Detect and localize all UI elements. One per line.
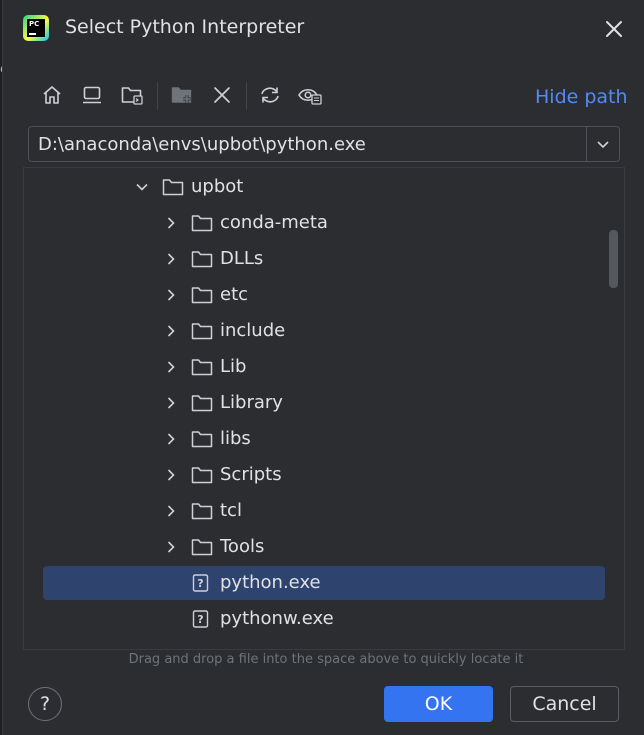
tree-item-label: libs — [220, 428, 251, 449]
tree-item-label: pythonw.exe — [220, 608, 334, 629]
tree-item-label: etc — [220, 284, 249, 305]
folder-icon — [191, 286, 213, 304]
file-chooser-toolbar: Hide path — [3, 78, 643, 116]
new-folder-icon — [171, 87, 192, 103]
cancel-button[interactable]: Cancel — [510, 686, 619, 722]
svg-text:?: ? — [197, 577, 203, 590]
chevron-right-icon[interactable] — [163, 323, 179, 339]
delete-button[interactable] — [209, 82, 235, 108]
tree-folder-row[interactable]: Tools — [24, 529, 624, 565]
tree-file-row[interactable]: ? python.exe — [24, 565, 624, 601]
tree-folder-row[interactable]: include — [24, 313, 624, 349]
chevron-right-icon[interactable] — [163, 287, 179, 303]
folder-icon — [191, 394, 213, 412]
unknown-file-icon: ? — [191, 574, 213, 592]
tree-folder-row[interactable]: upbot — [24, 169, 624, 205]
home-button[interactable] — [39, 82, 65, 108]
show-hidden-icon — [298, 88, 322, 105]
help-button[interactable]: ? — [28, 687, 62, 721]
folder-icon — [191, 250, 213, 268]
folder-icon — [191, 358, 213, 376]
tree-folder-row[interactable]: tcl — [24, 493, 624, 529]
home-icon — [43, 86, 61, 104]
folder-icon — [191, 322, 213, 340]
unknown-file-icon: ? — [191, 610, 213, 628]
path-dropdown-button[interactable] — [587, 127, 619, 161]
tree-file-row[interactable]: ? pythonw.exe — [24, 601, 624, 637]
tree-folder-row[interactable]: libs — [24, 421, 624, 457]
tree-folder-row[interactable]: etc — [24, 277, 624, 313]
tree-item-label: Lib — [220, 356, 247, 377]
tree-item-label: Tools — [220, 536, 265, 557]
tree-item-label: conda-meta — [220, 212, 328, 233]
new-folder-button[interactable] — [169, 82, 195, 108]
tree-item-label: include — [220, 320, 286, 341]
tree-item-label: DLLs — [220, 248, 264, 269]
tree-folder-row[interactable]: conda-meta — [24, 205, 624, 241]
tree-item-label: upbot — [191, 176, 244, 197]
tree-item-label: Library — [220, 392, 283, 413]
desktop-button[interactable] — [79, 82, 105, 108]
path-input[interactable] — [29, 127, 585, 161]
tree-folder-row[interactable]: DLLs — [24, 241, 624, 277]
pycharm-logo-icon: PC — [23, 15, 49, 41]
tree-folder-row[interactable]: Scripts — [24, 457, 624, 493]
file-tree[interactable]: upbot conda-meta DLLs etc include Lib Library l… — [23, 167, 625, 650]
desktop-icon — [83, 86, 101, 104]
delete-icon — [214, 87, 230, 103]
tree-item-label: python.exe — [220, 572, 321, 593]
tree-item-label: tcl — [220, 500, 242, 521]
tree-folder-row[interactable]: Lib — [24, 349, 624, 385]
show-hidden-files-button[interactable] — [297, 82, 323, 108]
folder-icon — [191, 466, 213, 484]
ok-button[interactable]: OK — [384, 686, 493, 722]
dialog-title: Select Python Interpreter — [65, 16, 305, 38]
chevron-right-icon[interactable] — [163, 251, 179, 267]
title-bar: PC Select Python Interpreter — [3, 0, 643, 56]
folder-icon — [191, 502, 213, 520]
close-icon — [606, 21, 622, 37]
tree-item-label: Scripts — [220, 464, 282, 485]
chevron-right-icon[interactable] — [163, 431, 179, 447]
hide-path-link[interactable]: Hide path — [535, 86, 628, 108]
chevron-down-icon — [597, 141, 609, 149]
folder-icon — [191, 214, 213, 232]
chevron-right-icon[interactable] — [163, 359, 179, 375]
tree-folder-row[interactable]: Library — [24, 385, 624, 421]
chevron-right-icon[interactable] — [163, 395, 179, 411]
close-button[interactable] — [599, 14, 629, 44]
path-combobox[interactable] — [28, 126, 620, 162]
folder-icon — [191, 430, 213, 448]
drag-drop-hint: Drag and drop a file into the space abov… — [128, 652, 524, 667]
project-folder-icon — [121, 87, 143, 105]
project-button[interactable] — [119, 82, 145, 108]
select-interpreter-dialog: PC Select Python Interpreter Hide path D… — [2, 0, 644, 735]
folder-icon — [191, 538, 213, 556]
chevron-right-icon[interactable] — [163, 539, 179, 555]
folder-icon — [162, 178, 184, 196]
chevron-right-icon[interactable] — [163, 503, 179, 519]
chevron-right-icon[interactable] — [163, 215, 179, 231]
chevron-right-icon[interactable] — [163, 467, 179, 483]
svg-text:?: ? — [197, 613, 203, 626]
refresh-button[interactable] — [257, 82, 283, 108]
refresh-icon — [261, 87, 279, 103]
chevron-down-icon[interactable] — [134, 179, 150, 195]
